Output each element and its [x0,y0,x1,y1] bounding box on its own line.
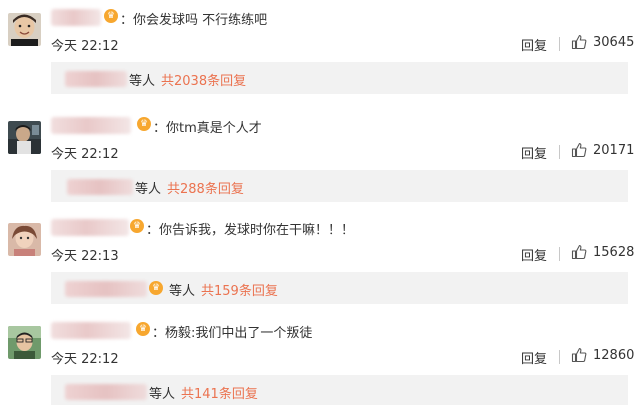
reply-button[interactable]: 回复 [521,348,547,367]
comment-text: ：你告诉我，发球时你在干嘛！！！ [146,223,355,238]
comment-text: ：你tm真是个人才 [153,121,262,136]
user-avatar[interactable] [8,326,41,359]
comment-time: 今天 22:12 [51,147,119,162]
thumbs-up-icon[interactable] [571,347,587,363]
like-count: 30645 [593,35,635,50]
vip-crown-icon: ♛ [149,281,163,295]
thumbs-up-icon[interactable] [571,34,587,50]
like-count: 20171 [593,143,635,158]
divider [559,145,560,159]
vip-crown-icon: ♛ [104,9,118,23]
divider [559,37,560,51]
comment-text: ：你会发球吗 不行练练吧 [120,13,268,28]
sub-replies-box[interactable]: 等人 共2038条回复 [51,62,628,94]
comment-time: 今天 22:13 [51,249,119,264]
like-count: 12860 [593,348,635,363]
user-avatar[interactable] [8,121,41,154]
username[interactable] [51,219,129,236]
sub-reply-suffix: 等人 [129,74,156,89]
sub-reply-count-link[interactable]: 共2038条回复 [161,70,246,89]
reply-button[interactable]: 回复 [521,143,547,162]
sub-reply-count-link[interactable]: 共159条回复 [201,280,278,299]
username[interactable] [51,117,131,134]
sub-replies-box[interactable]: 等人 共288条回复 [51,170,628,202]
sub-reply-usernames [67,179,133,195]
user-avatar[interactable] [8,13,41,46]
like-count: 15628 [593,245,635,260]
sub-reply-usernames [65,71,127,87]
reply-button[interactable]: 回复 [521,245,547,264]
divider [559,247,560,261]
divider [559,350,560,364]
vip-crown-icon: ♛ [136,322,150,336]
thumbs-up-icon[interactable] [571,142,587,158]
sub-reply-suffix: 等人 [169,284,196,299]
comment-time: 今天 22:12 [51,352,119,367]
sub-reply-suffix: 等人 [135,182,162,197]
sub-replies-box[interactable]: ♛ 等人 共159条回复 [51,272,628,304]
comment-item: ♛ ：你告诉我，发球时你在干嘛！！！ 今天 22:13 回复 15628 ♛ 等… [0,210,640,314]
username[interactable] [51,322,131,339]
sub-reply-count-link[interactable]: 共141条回复 [181,383,258,402]
vip-crown-icon: ♛ [130,219,144,233]
user-avatar[interactable] [8,223,41,256]
username[interactable] [51,9,101,26]
sub-reply-count-link[interactable]: 共288条回复 [167,178,244,197]
comment-item: ♛ ：你会发球吗 不行练练吧 今天 22:12 回复 30645 等人 共203… [0,0,640,104]
comment-item: ♛ ：杨毅:我们中出了一个叛徒 今天 22:12 回复 12860 等人 共14… [0,313,640,417]
comment-time: 今天 22:12 [51,39,119,54]
sub-reply-suffix: 等人 [149,387,176,402]
sub-reply-usernames [65,384,147,400]
thumbs-up-icon[interactable] [571,244,587,260]
sub-reply-usernames [65,281,147,297]
comment-item: ♛ ：你tm真是个人才 今天 22:12 回复 20171 等人 共288条回复 [0,108,640,212]
comment-text: ：杨毅:我们中出了一个叛徒 [152,326,313,341]
vip-crown-icon: ♛ [137,117,151,131]
reply-button[interactable]: 回复 [521,35,547,54]
sub-replies-box[interactable]: 等人 共141条回复 [51,375,628,405]
